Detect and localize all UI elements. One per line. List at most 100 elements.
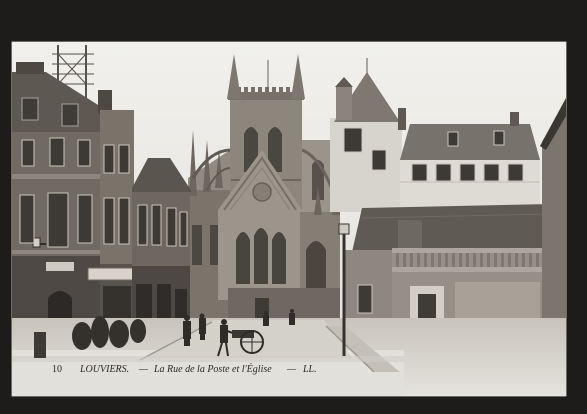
- person-head: [184, 315, 190, 321]
- baluster: [466, 253, 469, 267]
- chimney: [510, 112, 519, 126]
- postcard-photo: 10 LOUVIERS. — La Rue de la Poste et l'É…: [0, 0, 587, 414]
- window: [118, 144, 130, 174]
- baluster: [431, 253, 434, 267]
- caption-number: 10: [52, 364, 62, 375]
- person-body: [199, 318, 206, 334]
- person-head: [199, 313, 205, 319]
- baluster: [480, 253, 483, 267]
- window: [151, 204, 162, 246]
- baluster: [438, 253, 441, 267]
- window: [435, 163, 452, 182]
- window: [137, 204, 148, 246]
- baluster: [424, 253, 427, 267]
- person-legs: [184, 338, 190, 346]
- person-body: [220, 325, 228, 343]
- person-head: [264, 311, 268, 315]
- potted-shrub: [109, 320, 129, 348]
- baluster: [501, 253, 504, 267]
- window: [77, 194, 93, 244]
- window: [21, 139, 35, 167]
- dormer-window: [61, 103, 79, 127]
- window: [47, 192, 69, 248]
- window: [459, 163, 476, 182]
- window: [77, 139, 91, 167]
- potted-shrub: [72, 322, 92, 350]
- facade-lancet-window: [236, 232, 250, 284]
- cornice: [12, 174, 102, 179]
- baluster: [522, 253, 525, 267]
- caption-publisher: LL.: [302, 364, 317, 375]
- baluster: [396, 253, 399, 267]
- flank-window: [192, 225, 202, 265]
- potted-shrub: [130, 319, 146, 343]
- balustrade: [396, 253, 553, 267]
- facade-lancet-window: [272, 232, 286, 284]
- chimney-stack: [398, 220, 422, 252]
- light-building-roof: [400, 124, 540, 160]
- caption-dash: —: [286, 364, 296, 375]
- caption-title: La Rue de la Poste et l'Église: [153, 363, 272, 375]
- window: [411, 163, 428, 182]
- baluster: [445, 253, 448, 267]
- window: [179, 211, 188, 247]
- window: [49, 137, 65, 167]
- window: [493, 130, 505, 146]
- person-head: [290, 309, 294, 313]
- tower-crenellation: [258, 87, 262, 93]
- window: [483, 163, 500, 182]
- baluster: [515, 253, 518, 267]
- window: [343, 127, 363, 153]
- tower-crenellation: [286, 87, 290, 93]
- middle-roof: [352, 204, 560, 252]
- baluster: [452, 253, 455, 267]
- window: [447, 131, 459, 147]
- caption-dash: —: [138, 364, 148, 375]
- building-shadow: [12, 356, 404, 362]
- window: [507, 163, 524, 182]
- chimney: [398, 108, 406, 130]
- person-body: [263, 315, 269, 326]
- tower-crenellation: [279, 87, 283, 93]
- shop-plaque: [46, 262, 74, 271]
- wing-arched-window: [306, 241, 326, 290]
- window: [166, 207, 177, 247]
- baluster: [410, 253, 413, 267]
- church-base-wall: [228, 288, 340, 318]
- baluster: [473, 253, 476, 267]
- chimney: [16, 62, 44, 74]
- tower-crenellation: [251, 87, 255, 93]
- window: [118, 197, 130, 245]
- sidewalk-post: [34, 332, 46, 358]
- caption-town: LOUVIERS.: [79, 364, 129, 375]
- baluster: [417, 253, 420, 267]
- baluster: [487, 253, 490, 267]
- right-tower-wall: [330, 118, 402, 212]
- facade-lancet-window: [254, 228, 268, 284]
- shop-sign: [87, 267, 137, 281]
- window: [371, 149, 387, 171]
- balustrade-coping: [392, 248, 560, 253]
- baluster: [403, 253, 406, 267]
- person-legs: [200, 333, 205, 340]
- window: [19, 194, 35, 244]
- baluster: [529, 253, 532, 267]
- person-body: [289, 313, 295, 325]
- tower-crenellation: [244, 87, 248, 93]
- string-course: [12, 250, 102, 254]
- dormer-window: [21, 97, 39, 121]
- baluster: [459, 253, 462, 267]
- right-turret: [336, 86, 352, 120]
- lamp-lantern: [338, 223, 350, 235]
- window: [357, 284, 373, 314]
- baluster: [494, 253, 497, 267]
- window: [103, 197, 115, 245]
- tower-crenellation: [272, 87, 276, 93]
- person-body: [183, 321, 191, 339]
- baluster: [536, 253, 539, 267]
- gable-rose: [252, 182, 272, 202]
- balustrade-base: [392, 267, 560, 272]
- window: [103, 144, 115, 174]
- person-head: [221, 319, 227, 325]
- potted-shrub: [91, 316, 109, 348]
